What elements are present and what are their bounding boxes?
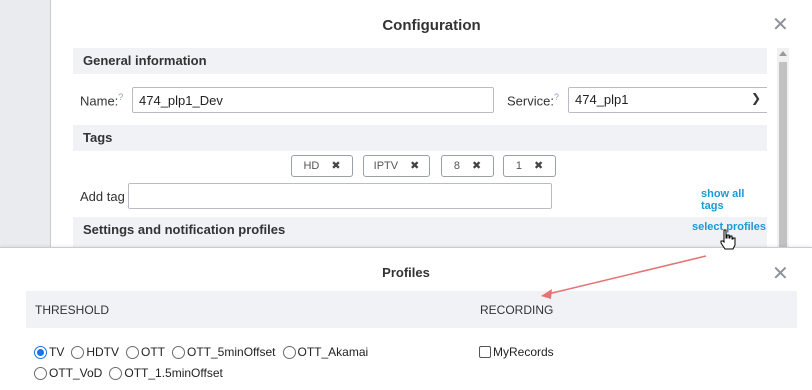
- service-select[interactable]: 474_plp1 ❯: [568, 87, 767, 113]
- name-input[interactable]: [132, 87, 494, 113]
- tag-chip: HD ✖: [291, 155, 353, 177]
- close-icon[interactable]: ✕: [772, 264, 789, 284]
- radio-button[interactable]: [71, 345, 85, 359]
- threshold-options-row-1: TV HDTV OTT OTT_5minOffset OTT_Akamai: [34, 345, 375, 359]
- remove-tag-icon[interactable]: ✖: [410, 160, 419, 172]
- recording-options-row: MyRecords: [479, 345, 561, 359]
- option-label: OTT_VoD: [49, 366, 103, 380]
- scroll-thumb[interactable]: [779, 62, 787, 255]
- radio-button[interactable]: [126, 345, 140, 359]
- option-label: OTT: [141, 345, 166, 359]
- recording-option[interactable]: MyRecords: [479, 345, 554, 359]
- option-label: OTT_Akamai: [297, 345, 369, 359]
- recording-label: RECORDING: [480, 303, 554, 317]
- scrollbar[interactable]: [777, 48, 789, 255]
- threshold-option[interactable]: OTT_Akamai: [282, 345, 369, 359]
- option-label: MyRecords: [493, 345, 554, 359]
- tag-label: 8: [453, 160, 460, 172]
- section-tags: Tags: [73, 125, 767, 151]
- radio-button[interactable]: [109, 366, 123, 380]
- radio-button[interactable]: [172, 345, 186, 359]
- configuration-dialog: Configuration ✕ General information Name…: [50, 0, 812, 255]
- tag-label: HD: [303, 160, 320, 172]
- threshold-option[interactable]: OTT_5minOffset: [172, 345, 276, 359]
- name-label: Name:?: [80, 92, 124, 109]
- option-label: OTT_1.5minOffset: [124, 366, 223, 380]
- profiles-title: Profiles: [382, 265, 430, 280]
- threshold-option[interactable]: TV: [34, 345, 64, 359]
- remove-tag-icon[interactable]: ✖: [534, 160, 543, 172]
- option-label: TV: [49, 345, 65, 359]
- service-label: Service:?: [507, 92, 559, 109]
- radio-button[interactable]: [34, 366, 47, 380]
- service-help-icon[interactable]: ?: [554, 92, 559, 102]
- radio-button[interactable]: [34, 345, 47, 359]
- checkbox[interactable]: [479, 346, 491, 358]
- profiles-column-header: THRESHOLD RECORDING: [26, 291, 797, 328]
- configuration-body: General information Name:? Service:? 474…: [73, 48, 767, 255]
- remove-tag-icon[interactable]: ✖: [472, 160, 481, 172]
- threshold-option[interactable]: OTT_1.5minOffset: [109, 366, 223, 380]
- tag-label: 1: [515, 160, 522, 172]
- add-tag-input[interactable]: [128, 183, 552, 209]
- tag-label: IPTV: [373, 160, 399, 172]
- threshold-label: THRESHOLD: [35, 303, 110, 317]
- tag-chip: IPTV ✖: [363, 155, 430, 177]
- threshold-option[interactable]: OTT: [126, 345, 165, 359]
- tag-chip: 1 ✖: [503, 155, 556, 177]
- threshold-options-row-2: OTT_VoD OTT_1.5minOffset: [34, 366, 230, 380]
- option-label: HDTV: [86, 345, 120, 359]
- name-help-icon[interactable]: ?: [118, 92, 123, 102]
- radio-button[interactable]: [282, 345, 296, 359]
- threshold-option[interactable]: HDTV: [71, 345, 119, 359]
- scroll-up-icon[interactable]: [779, 51, 787, 56]
- section-general-information: General information: [73, 48, 767, 74]
- remove-tag-icon[interactable]: ✖: [331, 160, 340, 172]
- threshold-option[interactable]: OTT_VoD: [34, 366, 102, 380]
- service-select-value: 474_plp1: [575, 92, 629, 107]
- hand-pointer-icon: [720, 229, 736, 250]
- close-icon[interactable]: ✕: [772, 15, 789, 35]
- chevron-down-icon: ❯: [750, 91, 761, 105]
- tag-chip: 8 ✖: [441, 155, 494, 177]
- show-all-tags-link[interactable]: show all tags: [701, 188, 767, 212]
- add-tag-label: Add tag: [80, 189, 125, 204]
- dialog-title: Configuration: [382, 17, 481, 34]
- option-label: OTT_5minOffset: [187, 345, 276, 359]
- profiles-dialog: Profiles ✕ THRESHOLD RECORDING TV HDTV O…: [0, 247, 812, 390]
